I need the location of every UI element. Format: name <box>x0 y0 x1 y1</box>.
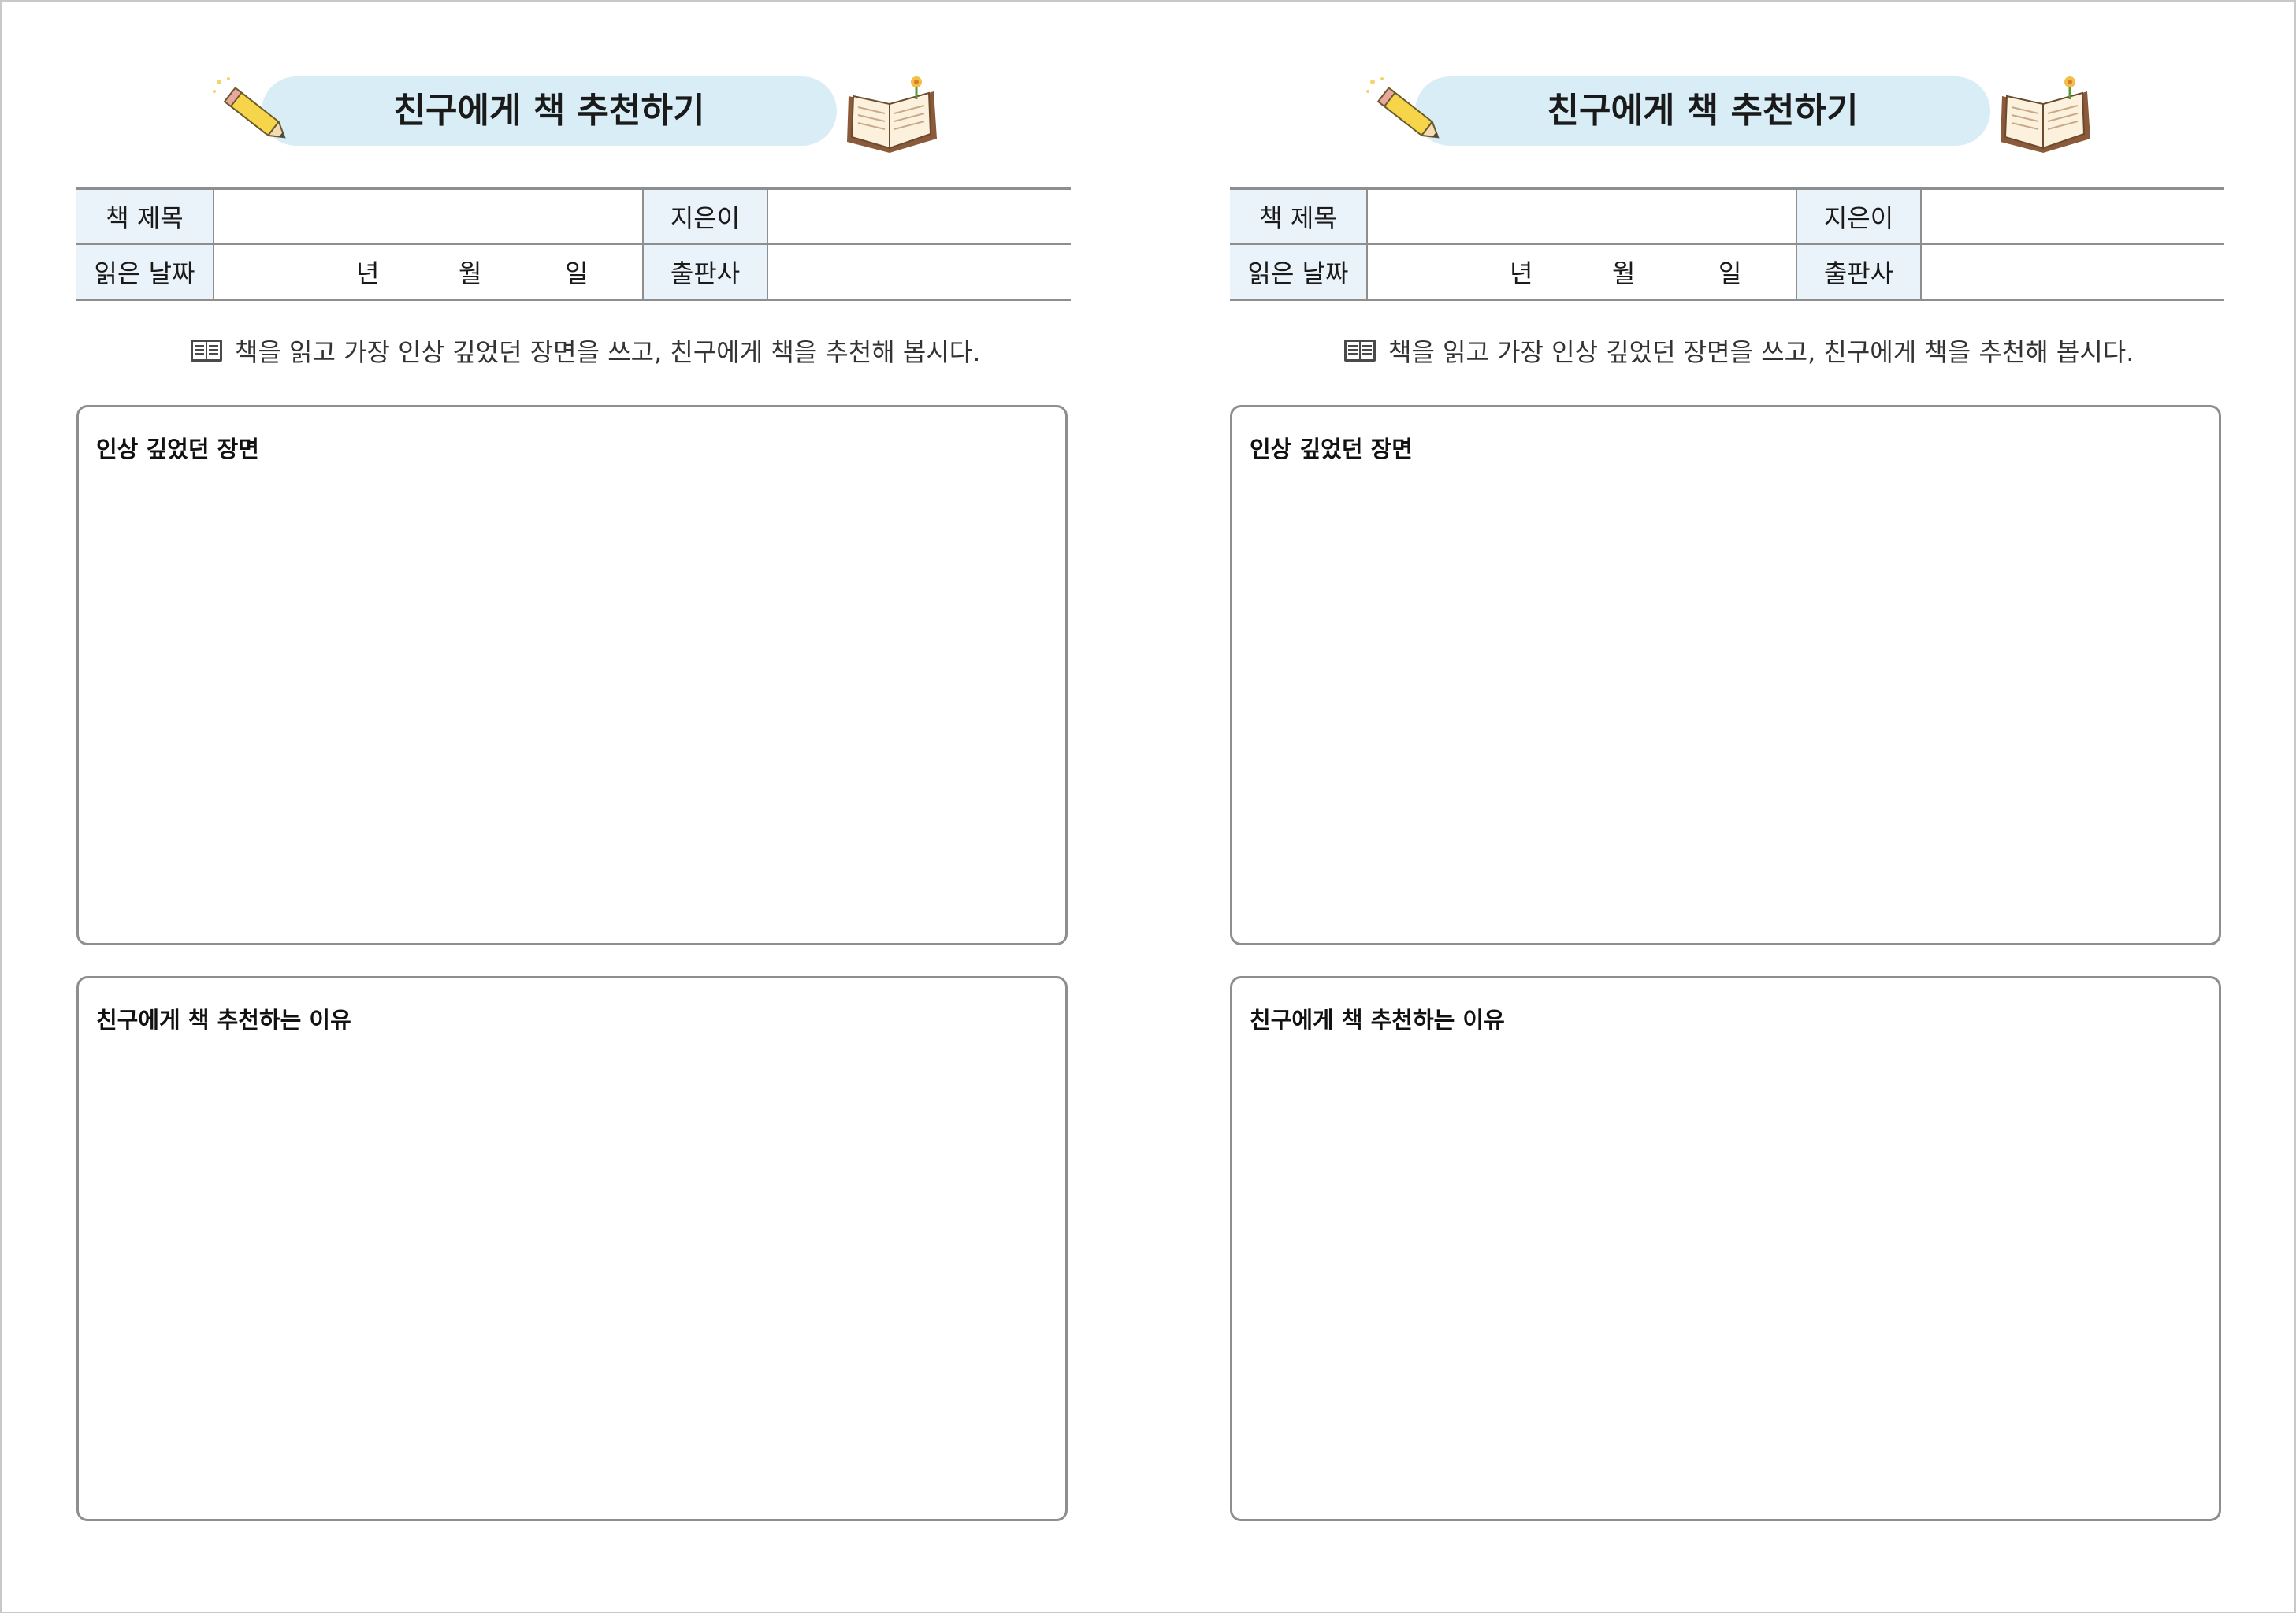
instruction-text: 책을 읽고 가장 인상 깊었던 장면을 쓰고, 친구에게 책을 추천해 봅시다. <box>1388 337 2134 367</box>
book-icon <box>847 76 937 153</box>
read-date-field[interactable]: 년 월 일 <box>214 244 644 301</box>
book-info-table: 책 제목 지은이 읽은 날짜 년 월 일 출판사 <box>1230 187 2224 301</box>
recommend-reason-box[interactable]: 친구에게 책 추천하는 이유 <box>1230 976 2221 1521</box>
author-label: 지은이 <box>1796 187 1922 245</box>
publisher-field[interactable] <box>767 244 1071 301</box>
open-book-icon <box>1344 340 1376 362</box>
book-title-field[interactable] <box>214 187 644 245</box>
book-title-field[interactable] <box>1367 187 1797 245</box>
impressive-scene-label: 인상 깊었던 장면 <box>1250 436 1413 462</box>
read-date-label: 읽은 날짜 <box>1230 244 1368 301</box>
year-unit: 년 <box>1510 258 1533 288</box>
instruction: 책을 읽고 가장 인상 깊었던 장면을 쓰고, 친구에게 책을 추천해 봅시다. <box>189 331 980 370</box>
open-book-icon <box>191 340 222 362</box>
page-title: 친구에게 책 추천하기 <box>1547 91 1859 131</box>
recommend-reason-label: 친구에게 책 추천하는 이유 <box>96 1007 351 1034</box>
book-title-label: 책 제목 <box>1230 187 1368 245</box>
book-title-label: 책 제목 <box>76 187 214 245</box>
author-label: 지은이 <box>643 187 768 245</box>
book-info-table: 책 제목 지은이 읽은 날짜 년 월 일 출판사 <box>76 187 1071 301</box>
book-icon <box>2001 76 2090 153</box>
impressive-scene-label: 인상 깊었던 장면 <box>96 436 259 462</box>
publisher-label: 출판사 <box>643 244 768 301</box>
month-unit: 월 <box>1612 258 1636 288</box>
month-unit: 월 <box>459 258 482 288</box>
recommend-reason-box[interactable]: 친구에게 책 추천하는 이유 <box>76 976 1068 1521</box>
publisher-label: 출판사 <box>1796 244 1922 301</box>
day-unit: 일 <box>1718 258 1742 288</box>
page-title: 친구에게 책 추천하기 <box>393 91 705 131</box>
day-unit: 일 <box>565 258 589 288</box>
year-unit: 년 <box>356 258 380 288</box>
worksheet-page-right: 친구에게 책 추천하기 책 제목 지은이 읽은 날짜 년 월 일 출판사 책을 … <box>1155 2 2296 1615</box>
author-field[interactable] <box>767 187 1071 245</box>
recommend-reason-label: 친구에게 책 추천하는 이유 <box>1250 1007 1505 1034</box>
author-field[interactable] <box>1921 187 2224 245</box>
instruction: 책을 읽고 가장 인상 깊었던 장면을 쓰고, 친구에게 책을 추천해 봅시다. <box>1343 331 2134 370</box>
impressive-scene-box[interactable]: 인상 깊었던 장면 <box>76 405 1068 945</box>
worksheet-spread: 친구에게 책 추천하기 책 제목 지은이 읽은 날짜 년 월 일 출판사 책을 … <box>0 0 2296 1613</box>
worksheet-page-left: 친구에게 책 추천하기 책 제목 지은이 읽은 날짜 년 월 일 출판사 책을 … <box>2 2 1155 1615</box>
publisher-field[interactable] <box>1921 244 2224 301</box>
impressive-scene-box[interactable]: 인상 깊었던 장면 <box>1230 405 2221 945</box>
read-date-label: 읽은 날짜 <box>76 244 214 301</box>
instruction-text: 책을 읽고 가장 인상 깊었던 장면을 쓰고, 친구에게 책을 추천해 봅시다. <box>235 337 981 367</box>
read-date-field[interactable]: 년 월 일 <box>1367 244 1797 301</box>
